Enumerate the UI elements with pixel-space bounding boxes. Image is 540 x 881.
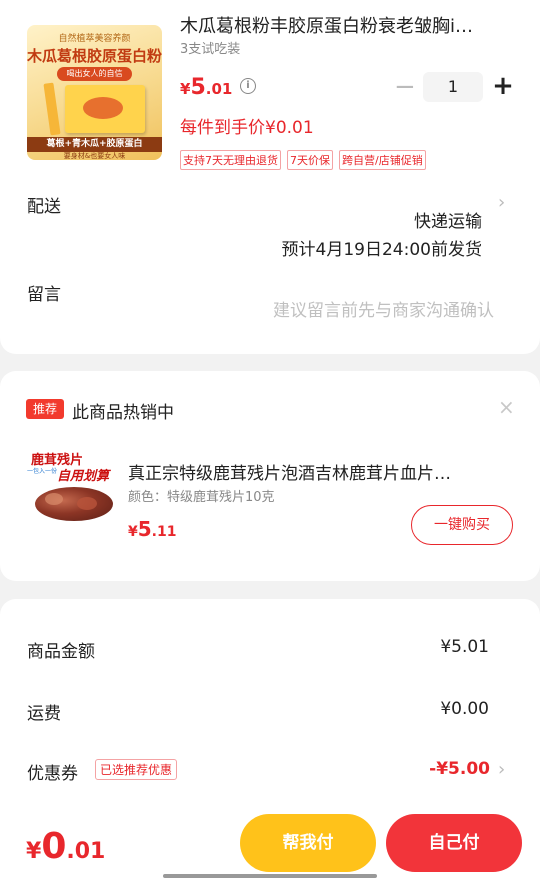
- checkout-bar: ¥0.01 帮我付 自己付: [0, 806, 540, 881]
- chevron-right-icon: ›: [498, 759, 506, 780]
- service-tag: 支持7天无理由退货: [180, 150, 281, 170]
- one-click-buy-button[interactable]: 一键购买: [411, 505, 513, 545]
- coupon-value[interactable]: -¥5.00: [429, 759, 490, 779]
- product-spec[interactable]: 3支试吃装: [180, 38, 240, 57]
- recommend-product-spec: 颜色：特级鹿茸残片10克: [128, 490, 275, 505]
- product-image-footer: 要身材&也要女人味: [63, 152, 126, 160]
- service-tag: 跨自营/店铺促销: [339, 150, 426, 170]
- product-price: ¥5.01: [180, 75, 232, 100]
- price-decimal: .01: [66, 839, 106, 864]
- price-decimal: .11: [151, 524, 177, 540]
- quantity-decrease-button[interactable]: −: [394, 74, 416, 102]
- product-image-slogan: 喝出女人的自信: [57, 67, 132, 81]
- price-integer: 5: [190, 75, 206, 100]
- price-integer: 5: [137, 517, 152, 541]
- close-icon[interactable]: ×: [498, 395, 515, 419]
- price-currency: ¥: [180, 80, 191, 98]
- note-input[interactable]: 建议留言前先与商家沟通确认: [273, 296, 494, 321]
- total-price: ¥0.01: [26, 826, 105, 867]
- product-image-title: 木瓜葛根胶原蛋白粉: [27, 47, 162, 65]
- delivery-eta: 预计4月19日24:00前发货: [281, 240, 482, 260]
- shipping-fee-value: ¥0.00: [440, 699, 489, 719]
- recommend-product-name[interactable]: 真正宗特级鹿茸残片泡酒吉林鹿茸片血片…: [128, 459, 503, 484]
- quantity-increase-button[interactable]: +: [492, 72, 514, 102]
- goods-amount-label: 商品金额: [27, 642, 95, 662]
- price-currency: ¥: [128, 524, 138, 540]
- recommend-card: 推荐 此商品热销中 × 鹿茸残片 一包入一份 自用划算 真正宗特级鹿茸残片泡酒吉…: [0, 371, 540, 581]
- coupon-status-tag: 已选推荐优惠: [95, 759, 178, 780]
- recommend-product-image[interactable]: 鹿茸残片 一包入一份 自用划算: [27, 449, 121, 525]
- price-currency: ¥: [26, 839, 42, 864]
- friend-pay-button[interactable]: 帮我付: [240, 814, 376, 872]
- quantity-input[interactable]: 1: [423, 72, 483, 102]
- recommend-image-slogan: 自用划算: [57, 469, 110, 484]
- product-image-text: 自然植萃美容养颜: [58, 34, 131, 44]
- final-unit-price: 每件到手价¥0.01: [180, 118, 314, 138]
- product-box: [65, 85, 145, 133]
- product-sachet: [43, 82, 61, 136]
- price-decimal: .01: [205, 80, 233, 98]
- product-image-ingredients: 葛根+青木瓜+胶原蛋白: [27, 137, 162, 152]
- recommend-title: 此商品热销中: [72, 403, 174, 423]
- self-pay-button[interactable]: 自己付: [386, 814, 522, 872]
- recommend-image-note: 一包入一份: [27, 468, 58, 475]
- service-tags: 支持7天无理由退货 7天价保 跨自营/店铺促销: [180, 150, 426, 170]
- service-tag: 7天价保: [287, 150, 333, 170]
- order-card: 自然植萃美容养颜 木瓜葛根胶原蛋白粉 喝出女人的自信 葛根+青木瓜+胶原蛋白 要…: [0, 0, 540, 354]
- product-title[interactable]: 木瓜葛根粉丰胶原蛋白粉衰老皱胸i…: [180, 12, 510, 38]
- home-indicator[interactable]: [163, 874, 377, 878]
- price-integer: 0: [41, 826, 67, 867]
- coupon-label: 优惠券: [27, 764, 78, 784]
- chevron-right-icon: ›: [498, 192, 506, 213]
- info-icon[interactable]: i: [240, 78, 256, 94]
- recommend-product-price: ¥5.11: [128, 517, 176, 541]
- delivery-method[interactable]: 快递运输: [414, 207, 482, 232]
- order-card-content: 自然植萃美容养颜 木瓜葛根胶原蛋白粉 喝出女人的自信 葛根+青木瓜+胶原蛋白 要…: [0, 0, 540, 354]
- product-image[interactable]: 自然植萃美容养颜 木瓜葛根胶原蛋白粉 喝出女人的自信 葛根+青木瓜+胶原蛋白 要…: [27, 25, 162, 160]
- delivery-label: 配送: [27, 197, 61, 217]
- recommend-badge: 推荐: [26, 399, 64, 419]
- note-label: 留言: [27, 285, 61, 305]
- antler-slices-graphic: [35, 487, 113, 521]
- goods-amount-value: ¥5.01: [440, 637, 489, 657]
- shipping-fee-label: 运费: [27, 704, 61, 724]
